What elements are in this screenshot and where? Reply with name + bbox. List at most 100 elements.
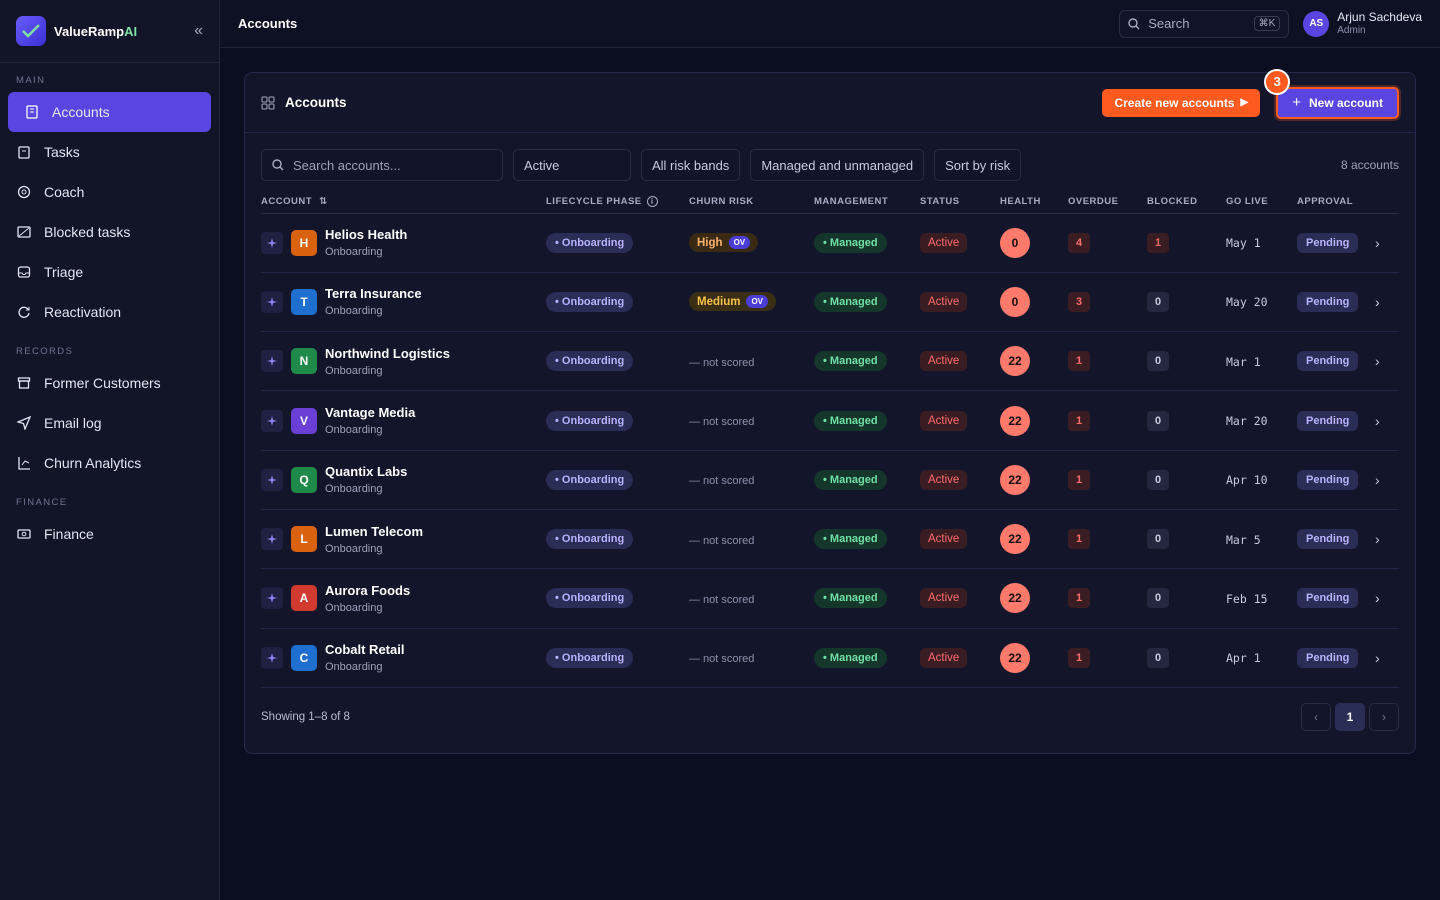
sparkle-icon[interactable] xyxy=(261,468,283,491)
account-avatar: C xyxy=(291,644,317,671)
chevron-right-icon[interactable]: › xyxy=(1375,413,1380,429)
plus-icon: + xyxy=(1292,94,1301,111)
accounts-count: 8 accounts xyxy=(1340,158,1399,172)
search-accounts-input[interactable]: Search accounts... xyxy=(261,149,503,181)
col-status: STATUS xyxy=(920,191,1000,214)
blocked-count: 0 xyxy=(1147,410,1169,431)
user-menu[interactable]: AS Arjun Sachdeva Admin xyxy=(1303,10,1422,37)
sidebar-item-label: Email log xyxy=(44,415,102,431)
blocked-count: 0 xyxy=(1147,588,1169,609)
col-overdue: OVERDUE xyxy=(1068,191,1147,214)
management-badge: • Managed xyxy=(814,410,887,431)
account-name[interactable]: Helios Health xyxy=(325,227,407,242)
chevron-right-icon[interactable]: › xyxy=(1375,353,1380,369)
col-account[interactable]: ACCOUNT ⇅ xyxy=(261,191,546,214)
account-phase-sub: Onboarding xyxy=(325,542,383,555)
topbar: Accounts Search ⌘K AS Arjun Sachdeva Adm… xyxy=(220,0,1440,48)
sidebar-item-tasks[interactable]: Tasks xyxy=(0,132,219,172)
status-badge: Active xyxy=(920,410,968,431)
table-row[interactable]: T Terra Insurance Onboarding • Onboardin… xyxy=(261,272,1399,333)
account-name[interactable]: Lumen Telecom xyxy=(325,524,423,539)
sidebar-item-coach[interactable]: Coach xyxy=(0,172,219,212)
chevron-right-icon[interactable]: › xyxy=(1375,590,1380,606)
account-name[interactable]: Aurora Foods xyxy=(325,583,410,598)
overdue-count: 1 xyxy=(1068,410,1090,431)
sparkle-icon[interactable] xyxy=(261,528,283,551)
chevron-right-icon[interactable]: › xyxy=(1375,650,1380,666)
collapse-sidebar-icon[interactable]: « xyxy=(194,22,203,40)
table-row[interactable]: C Cobalt Retail Onboarding • Onboarding … xyxy=(261,628,1399,688)
logo-icon[interactable] xyxy=(16,16,46,46)
health-score: 22 xyxy=(1000,464,1030,495)
sidebar-item-label: Reactivation xyxy=(44,304,122,320)
sparkle-icon[interactable] xyxy=(261,290,283,313)
sidebar-item-triage[interactable]: Triage xyxy=(0,252,219,292)
clipboard-icon xyxy=(16,144,32,160)
section-label-records: RECORDS xyxy=(16,346,74,357)
status-badge: Active xyxy=(920,469,968,490)
sparkle-icon[interactable] xyxy=(261,409,283,432)
prev-page-button[interactable]: ‹ xyxy=(1301,702,1331,731)
chevron-right-icon[interactable]: › xyxy=(1375,472,1380,488)
chevron-right-icon[interactable]: › xyxy=(1375,294,1380,310)
risk-filter[interactable]: All risk bands xyxy=(641,149,741,181)
table-row[interactable]: L Lumen Telecom Onboarding • Onboarding … xyxy=(261,509,1399,570)
sort-select[interactable]: Sort by risk xyxy=(934,149,1022,181)
table-row[interactable]: N Northwind Logistics Onboarding • Onboa… xyxy=(261,331,1399,392)
approval-badge: Pending xyxy=(1297,232,1359,253)
health-score: 0 xyxy=(1000,227,1030,258)
sidebar-item-accounts[interactable]: Accounts xyxy=(8,92,211,132)
table-row[interactable]: H Helios Health Onboarding • Onboarding … xyxy=(261,213,1399,273)
lifecycle-filter[interactable]: Active xyxy=(513,149,631,181)
sparkle-icon[interactable] xyxy=(261,587,283,610)
accounts-table: ACCOUNT ⇅ LIFECYCLE PHASE i CHURN RISK M… xyxy=(261,191,1399,688)
health-score: 22 xyxy=(1000,642,1030,673)
pagination: ‹ 1 › xyxy=(1301,702,1399,731)
account-name[interactable]: Terra Insurance xyxy=(325,286,422,301)
sparkle-icon[interactable] xyxy=(261,646,283,669)
sidebar-item-reactivation[interactable]: Reactivation xyxy=(0,292,219,332)
sidebar-item-label: Blocked tasks xyxy=(44,224,131,240)
lifecycle-badge: • Onboarding xyxy=(546,647,634,668)
management-badge: • Managed xyxy=(814,588,887,609)
management-filter[interactable]: Managed and unmanaged xyxy=(750,149,925,181)
sidebar-item-former-customers[interactable]: Former Customers xyxy=(0,363,219,403)
page-1-button[interactable]: 1 xyxy=(1335,702,1365,731)
create-new-accounts-button[interactable]: Create new accounts ▶ xyxy=(1102,88,1261,117)
chevron-right-icon[interactable]: › xyxy=(1375,531,1380,547)
table-row[interactable]: A Aurora Foods Onboarding • Onboarding —… xyxy=(261,568,1399,629)
table-row[interactable]: V Vantage Media Onboarding • Onboarding … xyxy=(261,390,1399,451)
sidebar-item-blocked-tasks[interactable]: Blocked tasks xyxy=(0,212,219,252)
status-badge: Active xyxy=(920,291,968,312)
sparkle-icon[interactable] xyxy=(261,350,283,373)
table-row[interactable]: Q Quantix Labs Onboarding • Onboarding —… xyxy=(261,450,1399,510)
chart-icon xyxy=(16,455,32,471)
account-name[interactable]: Quantix Labs xyxy=(325,464,407,479)
new-account-button[interactable]: + New account xyxy=(1274,84,1401,121)
next-page-button[interactable]: › xyxy=(1369,702,1399,731)
money-icon xyxy=(16,526,32,542)
col-management: MANAGEMENT xyxy=(814,191,920,214)
sidebar-item-email-log[interactable]: Email log xyxy=(0,403,219,443)
account-name[interactable]: Cobalt Retail xyxy=(325,642,404,657)
go-live-date: May 1 xyxy=(1226,236,1261,251)
send-icon xyxy=(16,415,32,431)
sidebar-item-finance[interactable]: Finance xyxy=(0,514,219,554)
account-name[interactable]: Northwind Logistics xyxy=(325,346,450,361)
search-icon xyxy=(272,159,284,171)
account-avatar: Q xyxy=(291,466,317,493)
lifecycle-badge: • Onboarding xyxy=(546,529,634,550)
sidebar-item-churn-analytics[interactable]: Churn Analytics xyxy=(0,443,219,483)
account-avatar: H xyxy=(291,229,317,256)
blocked-count: 1 xyxy=(1147,232,1169,253)
global-search[interactable]: Search ⌘K xyxy=(1119,9,1290,38)
go-live-date: Apr 1 xyxy=(1226,651,1261,666)
go-live-date: Mar 1 xyxy=(1226,354,1261,369)
go-live-date: Apr 10 xyxy=(1226,473,1268,488)
account-name[interactable]: Vantage Media xyxy=(325,405,415,420)
lifecycle-badge: • Onboarding xyxy=(546,291,634,312)
overdue-count: 1 xyxy=(1068,529,1090,550)
sparkle-icon[interactable] xyxy=(261,231,283,254)
target-icon xyxy=(16,184,32,200)
chevron-right-icon[interactable]: › xyxy=(1375,235,1380,251)
